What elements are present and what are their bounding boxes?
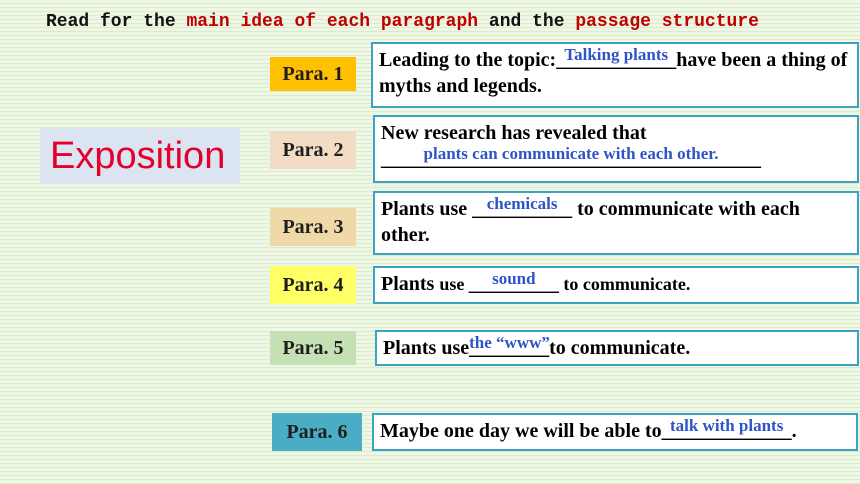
para-4-lead-small: use [439,274,469,294]
para-6-box: Maybe one day we will be able to________… [372,413,858,451]
para-6-tag: Para. 6 [272,413,362,451]
para-6-lead: Maybe one day we will be able to [380,420,662,442]
para-5-tag: Para. 5 [270,331,356,365]
para-4-rest: to communicate. [558,274,691,294]
para-2-tag: Para. 2 [270,131,356,169]
para-2-box: New research has revealed that _________… [373,115,859,183]
para-3-answer: chemicals [486,194,558,213]
page-heading: Read for the main idea of each paragraph… [46,12,759,32]
para-4-blank: _________ sound [469,269,559,297]
exposition-label: Exposition [40,128,240,184]
para-3-box: Plants use __________ chemicals to commun… [373,191,859,255]
para-4-tag: Para. 4 [270,266,356,304]
para-4-box: Plants use _________ sound to communicate… [373,266,859,304]
para-4-lead: Plants [381,273,440,295]
para-6-blank: _____________ talk with plants [662,416,792,444]
para-1-lead: Leading to the topic: [379,49,557,71]
heading-highlight-main-idea: main idea of each paragraph [186,12,479,32]
para-2-blank: ______________________________________ pl… [381,144,761,172]
para-3-blank: __________ chemicals [472,194,572,222]
para-1-tag: Para. 1 [270,57,356,91]
para-1-box: Leading to the topic:____________ Talking… [371,42,859,108]
para-6-answer: talk with plants [669,416,784,435]
para-5-rest: to communicate. [549,337,691,359]
para-5-lead: Plants use [383,337,470,359]
para-3-lead: Plants use [381,198,473,220]
para-6-rest: . [791,420,797,442]
para-5-box: Plants use________ the “www” to communicat… [375,330,859,366]
para-3-tag: Para. 3 [270,208,356,246]
para-1-answer: Talking plants [564,45,669,64]
heading-text: Read for the [46,12,187,32]
heading-text: and the [478,12,576,32]
para-4-answer: sound [492,269,536,288]
para-5-blank: ________ the “www” [469,333,550,361]
heading-highlight-structure: passage structure [575,12,759,32]
para-1-blank: ____________ Talking plants [556,45,676,73]
para-2-answer: plants can communicate with each other. [423,144,719,163]
para-5-answer: the “www” [469,333,550,352]
